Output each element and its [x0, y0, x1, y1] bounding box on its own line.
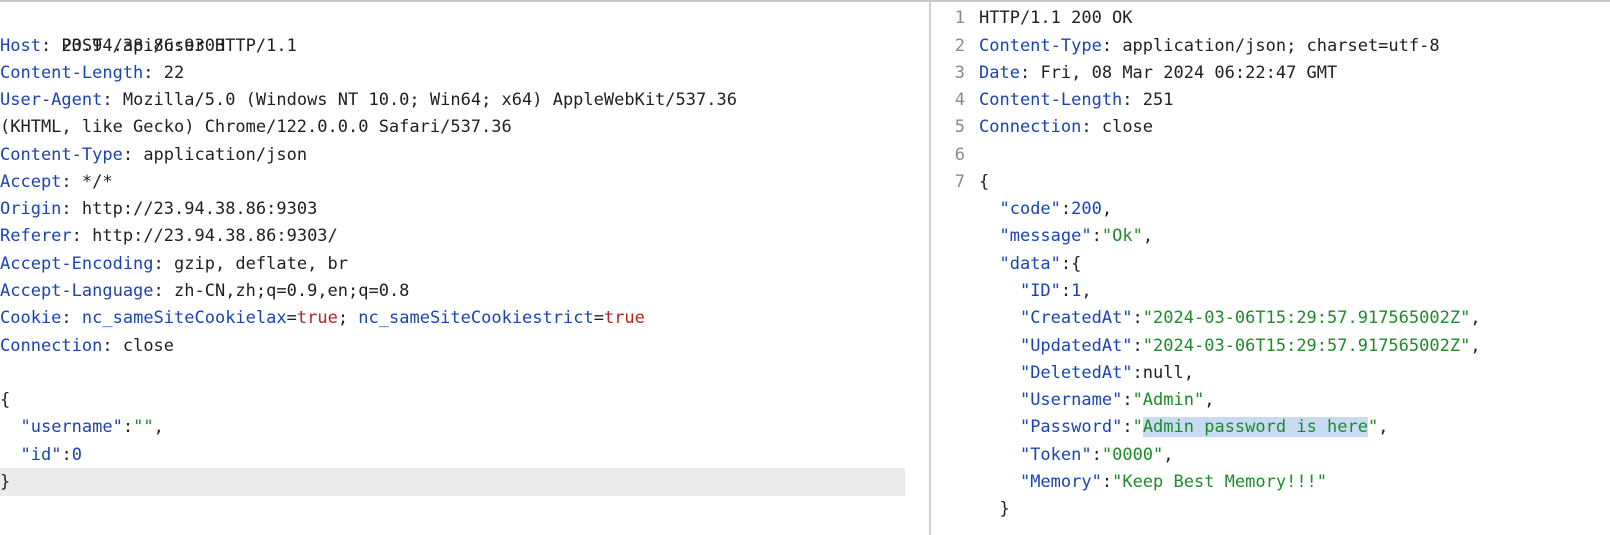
response-data-memory[interactable]: "Memory":"Keep Best Memory!!!" — [979, 468, 1327, 496]
response-body-data[interactable]: "data":{ — [979, 250, 1081, 278]
request-body-close-brace[interactable]: } — [0, 468, 905, 496]
response-data-password[interactable]: "Password":"Admin password is here", — [979, 413, 1388, 441]
line-number: 1 — [954, 8, 965, 28]
request-body-id[interactable]: "id":0 — [0, 441, 905, 469]
request-pane[interactable]: POST /api/user HTTP/1.1 Host: 23.94.38.8… — [0, 2, 905, 535]
line-number: 6 — [954, 145, 965, 165]
cookie-key: nc_sameSiteCookiestrict — [358, 308, 594, 328]
response-body-open-brace[interactable]: { — [979, 168, 989, 196]
response-data-username[interactable]: "Username":"Admin", — [979, 386, 1215, 414]
request-header-accept-encoding[interactable]: Accept-Encoding: gzip, deflate, br — [0, 250, 905, 278]
response-header-content-type[interactable]: Content-Type: application/json; charset=… — [979, 32, 1440, 60]
response-data-deletedat[interactable]: "DeletedAt":null, — [979, 359, 1194, 387]
request-header-origin[interactable]: Origin: http://23.94.38.86:9303 — [0, 195, 905, 223]
response-pane[interactable]: 1 2 3 4 5 6 7 HTTP/1.1 200 OK Content-Ty… — [931, 2, 1610, 535]
http-message-viewer: POST /api/user HTTP/1.1 Host: 23.94.38.8… — [0, 0, 1610, 535]
line-number: 2 — [954, 36, 965, 56]
response-header-connection[interactable]: Connection: close — [979, 113, 1153, 141]
response-data-createdat[interactable]: "CreatedAt":"2024-03-06T15:29:57.9175650… — [979, 304, 1481, 332]
request-header-content-type[interactable]: Content-Type: application/json — [0, 141, 905, 169]
cookie-value: true — [296, 308, 338, 328]
request-body-open-brace[interactable]: { — [0, 386, 905, 414]
request-header-cookie[interactable]: Cookie: nc_sameSiteCookielax=true; nc_sa… — [0, 304, 905, 332]
request-header-user-agent-continued[interactable]: (KHTML, like Gecko) Chrome/122.0.0.0 Saf… — [0, 113, 905, 141]
line-number: 5 — [954, 117, 965, 137]
request-body-username[interactable]: "username":"", — [0, 413, 905, 441]
line-number: 7 — [954, 172, 965, 192]
cookie-value: true — [603, 308, 645, 328]
request-line[interactable]: POST /api/user HTTP/1.1 — [0, 4, 905, 56]
request-header-accept-language[interactable]: Accept-Language: zh-CN,zh;q=0.9,en;q=0.8 — [0, 277, 905, 305]
request-header-accept[interactable]: Accept: */* — [0, 168, 905, 196]
line-number: 3 — [954, 63, 965, 83]
response-status-line[interactable]: HTTP/1.1 200 OK — [979, 4, 1133, 32]
response-data-token[interactable]: "Token":"0000", — [979, 441, 1174, 469]
cookie-key: nc_sameSiteCookielax — [81, 308, 287, 328]
response-header-date[interactable]: Date: Fri, 08 Mar 2024 06:22:47 GMT — [979, 59, 1337, 87]
request-header-host[interactable]: Host: 23.94.38.86:9303 — [0, 32, 905, 60]
request-header-referer[interactable]: Referer: http://23.94.38.86:9303/ — [0, 222, 905, 250]
response-header-content-length[interactable]: Content-Length: 251 — [979, 86, 1174, 114]
response-body-data-close[interactable]: } — [979, 495, 1009, 523]
line-number: 4 — [954, 90, 965, 110]
response-body-code[interactable]: "code":200, — [979, 195, 1112, 223]
request-header-user-agent[interactable]: User-Agent: Mozilla/5.0 (Windows NT 10.0… — [0, 86, 905, 114]
response-data-id[interactable]: "ID":1, — [979, 277, 1092, 305]
request-header-content-length[interactable]: Content-Length: 22 — [0, 59, 905, 87]
response-body-message[interactable]: "message":"Ok", — [979, 222, 1153, 250]
selected-text[interactable]: Admin password is here — [1142, 417, 1368, 437]
request-header-connection[interactable]: Connection: close — [0, 332, 905, 360]
response-data-updatedat[interactable]: "UpdatedAt":"2024-03-06T15:29:57.9175650… — [979, 332, 1481, 360]
